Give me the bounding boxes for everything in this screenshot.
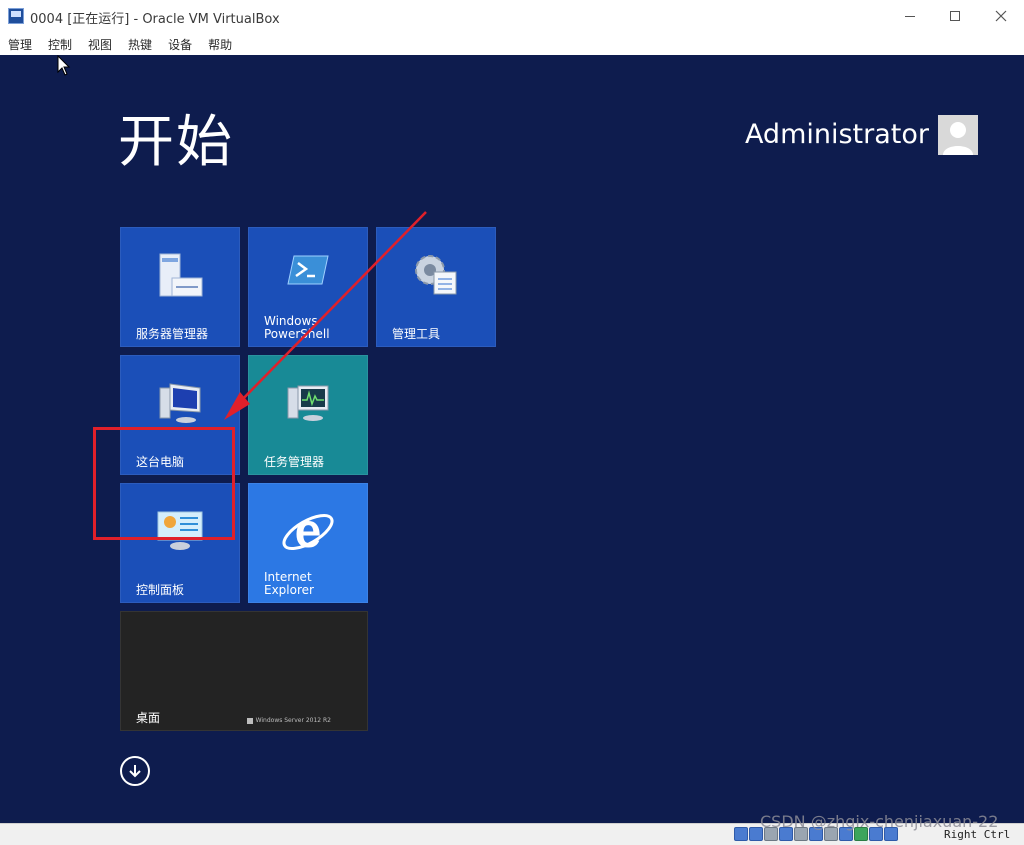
all-apps-button[interactable] <box>120 756 150 786</box>
tile-desktop[interactable]: 桌面 Windows Server 2012 R2 <box>120 611 368 731</box>
menu-bar: 管理 控制 视图 热键 设备 帮助 <box>0 32 1024 54</box>
arrow-down-icon <box>129 765 141 778</box>
tile-label: 控制面板 <box>136 583 185 597</box>
tile-server-manager[interactable]: 服务器管理器 <box>120 227 240 347</box>
watermark-text: CSDN @zhgix-chenjiaxuan-22 <box>760 812 999 831</box>
computer-icon <box>156 380 204 424</box>
window-title: 0004 [正在运行] - Oracle VM VirtualBox <box>30 12 280 27</box>
tile-internet-explorer[interactable]: e Internet Explorer <box>248 483 368 603</box>
user-name[interactable]: Administrator <box>745 119 929 150</box>
annotation-highlight-box <box>93 427 235 540</box>
mouse-cursor-icon <box>57 55 71 76</box>
menu-item-help[interactable]: 帮助 <box>204 32 236 54</box>
powershell-icon <box>286 252 330 288</box>
menu-item-hotkeys[interactable]: 热键 <box>124 32 156 54</box>
close-button[interactable] <box>978 0 1024 32</box>
close-icon <box>995 10 1007 22</box>
start-title: 开始 <box>118 110 234 175</box>
tile-label: Windows PowerShell <box>264 314 330 341</box>
windows-server-brand: Windows Server 2012 R2 <box>247 717 331 724</box>
maximize-button[interactable] <box>932 0 978 32</box>
admin-tools-icon <box>412 252 460 296</box>
user-avatar[interactable] <box>938 115 978 155</box>
tile-label: 服务器管理器 <box>136 327 209 341</box>
menu-item-view[interactable]: 视图 <box>84 32 116 54</box>
minimize-icon <box>905 15 915 17</box>
tile-task-manager[interactable]: 任务管理器 <box>248 355 368 475</box>
task-manager-icon <box>284 380 332 424</box>
svg-text:e: e <box>295 505 322 558</box>
menu-item-manage[interactable]: 管理 <box>4 32 36 54</box>
tile-label: Internet Explorer <box>264 570 314 597</box>
hard-disk-icon[interactable] <box>734 827 748 841</box>
maximize-icon <box>950 11 960 21</box>
internet-explorer-icon: e <box>278 502 338 562</box>
tile-label: 桌面 <box>136 711 161 725</box>
title-bar: 0004 [正在运行] - Oracle VM VirtualBox <box>0 0 1024 32</box>
tile-admin-tools[interactable]: 管理工具 <box>376 227 496 347</box>
user-avatar-icon <box>938 115 978 155</box>
server-manager-icon <box>154 252 206 300</box>
tile-label: 任务管理器 <box>264 455 325 469</box>
minimize-button[interactable] <box>887 0 933 32</box>
tile-powershell[interactable]: Windows PowerShell <box>248 227 368 347</box>
virtualbox-icon <box>8 8 24 24</box>
menu-item-control[interactable]: 控制 <box>44 32 76 54</box>
menu-item-devices[interactable]: 设备 <box>164 32 196 54</box>
tile-label: 管理工具 <box>392 327 441 341</box>
